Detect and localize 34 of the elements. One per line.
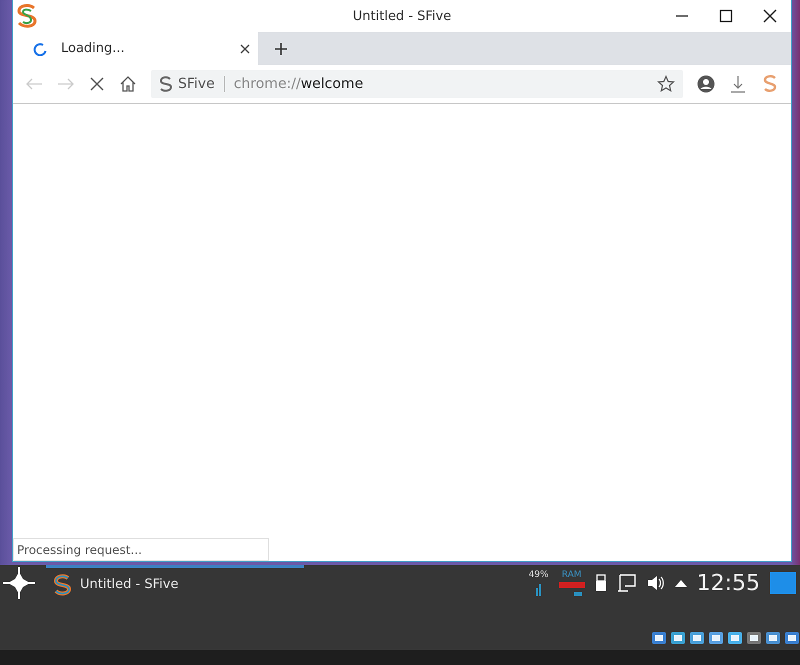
tab-title: Loading... (61, 41, 126, 56)
ram-label: RAM (562, 570, 582, 580)
app-logo-icon (15, 3, 39, 29)
account-icon[interactable] (697, 75, 715, 93)
home-icon[interactable] (119, 75, 137, 93)
volume-icon[interactable] (646, 575, 665, 591)
stop-icon[interactable] (89, 76, 105, 92)
memory-graph-icon (558, 582, 585, 596)
cpu-load-text: 49% (528, 570, 549, 580)
site-name: SFive (178, 76, 215, 92)
close-tab-icon[interactable] (240, 44, 250, 54)
app-icon[interactable] (651, 630, 667, 646)
usb-drive-icon[interactable] (594, 574, 607, 592)
maximize-icon[interactable] (719, 9, 733, 23)
window-title: Untitled - SFive (352, 8, 452, 24)
expand-tray-icon[interactable] (674, 579, 687, 587)
url-text: chrome://welcome (234, 76, 364, 92)
download-icon[interactable] (729, 75, 747, 93)
clock-text: 12:55 (696, 570, 760, 596)
network-icon[interactable] (616, 574, 637, 592)
taskbar-task[interactable]: Untitled - SFive (46, 565, 304, 601)
app-icon[interactable] (689, 630, 705, 646)
new-tab-icon[interactable] (274, 42, 288, 56)
address-bar[interactable]: SFive chrome://welcome (151, 70, 683, 98)
cpu-graph-icon (534, 582, 543, 596)
star-icon[interactable] (657, 75, 675, 93)
site-logo-icon (159, 76, 173, 92)
task-title: Untitled - SFive (80, 577, 178, 592)
app-logo-icon (52, 574, 72, 596)
app-launcher-icon[interactable] (2, 566, 36, 600)
loading-spinner-icon (33, 42, 47, 56)
browser-tab[interactable]: Loading... (15, 32, 258, 65)
close-icon[interactable] (763, 9, 777, 23)
status-bubble: Processing request... (13, 538, 269, 561)
